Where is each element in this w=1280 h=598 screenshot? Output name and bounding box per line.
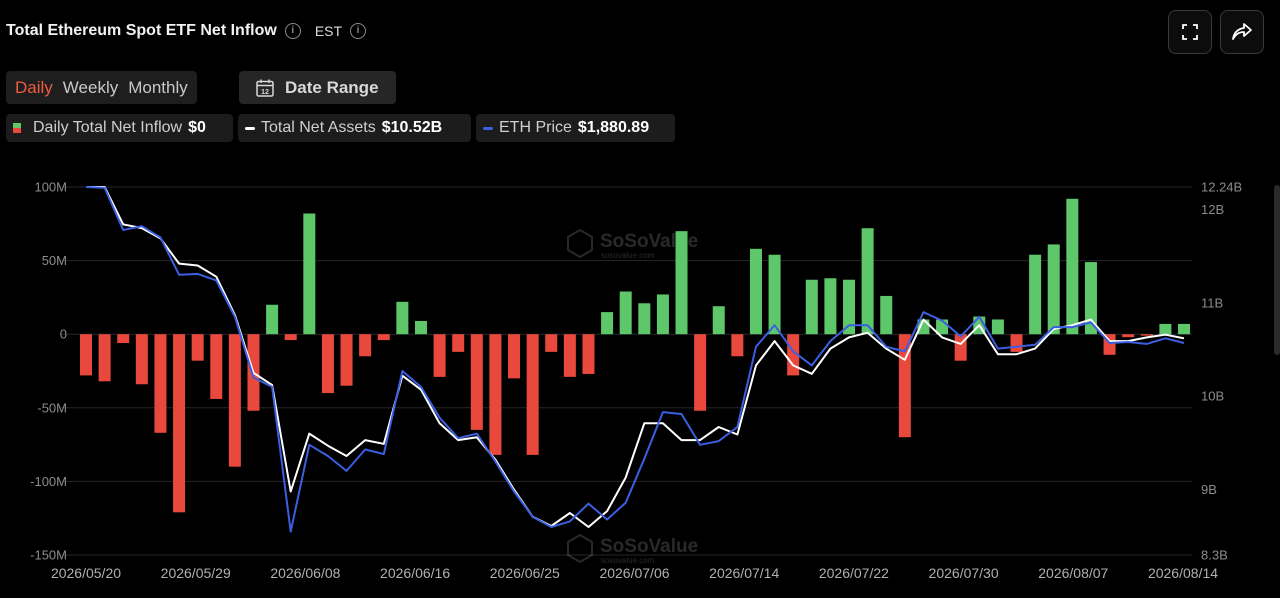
inflow-bar <box>173 334 186 513</box>
y-left-tick-label: 100M <box>34 180 67 195</box>
inflow-bar <box>1140 334 1153 336</box>
y-right-tick-label: 12.24B <box>1201 180 1242 195</box>
inflow-bar <box>526 334 539 455</box>
inflow-bar <box>228 334 241 467</box>
y-left-tick-label: 50M <box>42 253 67 268</box>
inflow-bar <box>731 334 744 357</box>
inflow-bar <box>638 303 651 335</box>
y-left-tick-label: -50M <box>37 400 67 415</box>
inflow-bar <box>135 334 148 385</box>
inflow-bar <box>1066 198 1079 335</box>
inflow-bar <box>656 294 669 335</box>
inflow-bar <box>1047 244 1060 335</box>
watermark: SoSoValuesosovalue.com <box>567 533 698 565</box>
inflow-bar <box>1029 254 1042 335</box>
inflow-bar <box>154 334 167 433</box>
y-right-tick-label: 10B <box>1201 389 1224 404</box>
inflow-bar <box>712 306 725 335</box>
inflow-bar <box>619 291 632 335</box>
y-right-tick-label: 9B <box>1201 482 1217 497</box>
y-right-tick-label: 11B <box>1201 295 1223 310</box>
y-right-tick-label: 12B <box>1201 202 1224 217</box>
inflow-bar <box>340 334 353 386</box>
x-tick-label: 2026/06/25 <box>490 565 560 581</box>
inflow-bar <box>191 334 204 361</box>
inflow-bar <box>582 334 595 374</box>
watermark-sub: sosovalue.com <box>601 556 655 565</box>
inflow-bar <box>694 334 707 411</box>
y-right-tick-label: 8.3B <box>1201 548 1228 563</box>
x-axis: 2026/05/20 2026/05/29 2026/06/08 2026/06/16… <box>51 565 1218 581</box>
x-tick-label: 2026/07/06 <box>599 565 669 581</box>
inflow-bar <box>563 334 576 377</box>
x-tick-label: 2026/06/08 <box>270 565 340 581</box>
inflow-bar <box>749 248 762 335</box>
x-tick-label: 2026/08/14 <box>1148 565 1218 581</box>
inflow-bar <box>321 334 334 394</box>
watermark-logo-icon <box>567 228 593 259</box>
inflow-bar <box>880 295 893 335</box>
inflow-bar <box>675 231 688 335</box>
inflow-bar <box>452 334 465 352</box>
y-left-tick-label: 0 <box>60 327 67 342</box>
inflow-bar <box>1122 334 1135 338</box>
inflow-chart: SoSoValuesosovalue.comSoSoValuesosovalue… <box>30 180 1242 582</box>
watermark-logo-icon <box>567 533 593 564</box>
x-tick-label: 2026/07/30 <box>929 565 999 581</box>
inflow-bar <box>303 213 316 335</box>
inflow-bar <box>414 320 427 335</box>
inflow-bar <box>210 334 223 399</box>
x-tick-label: 2026/06/16 <box>380 565 450 581</box>
y-axis-left: 100M 50M 0 -50M -100M -150M <box>30 180 67 563</box>
y-axis-right: 12.24B 12B 11B 10B 9B 8.3B <box>1201 180 1242 563</box>
inflow-bar <box>470 334 483 430</box>
inflow-bar <box>954 334 967 361</box>
inflow-bar <box>601 312 614 335</box>
inflow-bar <box>284 334 297 341</box>
page-scrollbar[interactable] <box>1274 185 1280 355</box>
inflow-bar <box>80 334 92 376</box>
x-tick-label: 2026/07/14 <box>709 565 779 581</box>
x-tick-label: 2026/05/20 <box>51 565 121 581</box>
inflow-bar <box>768 254 781 335</box>
watermark-sub: sosovalue.com <box>601 251 655 260</box>
inflow-bar <box>1159 323 1172 335</box>
inflow-bar <box>98 334 111 382</box>
inflow-bar <box>861 228 874 335</box>
inflow-bar <box>117 334 130 344</box>
y-left-tick-label: -150M <box>30 548 67 563</box>
watermark-brand: SoSoValue <box>600 536 698 557</box>
inflow-bar <box>824 278 837 335</box>
inflow-bar <box>266 304 279 335</box>
inflow-bar <box>545 334 558 352</box>
x-tick-label: 2026/05/29 <box>161 565 231 581</box>
inflow-bar <box>991 319 1004 335</box>
inflow-bar <box>508 334 521 379</box>
y-left-tick-label: -100M <box>30 474 67 489</box>
inflow-bar <box>1178 323 1190 335</box>
inflow-bar <box>396 301 409 335</box>
inflow-bar <box>359 334 372 357</box>
inflow-bar <box>377 334 390 341</box>
inflow-bar <box>433 334 446 377</box>
x-tick-label: 2026/07/22 <box>819 565 889 581</box>
inflow-bar <box>805 279 818 335</box>
x-tick-label: 2026/08/07 <box>1038 565 1108 581</box>
inflow-bar <box>1010 334 1023 352</box>
inflow-bar <box>489 334 502 455</box>
